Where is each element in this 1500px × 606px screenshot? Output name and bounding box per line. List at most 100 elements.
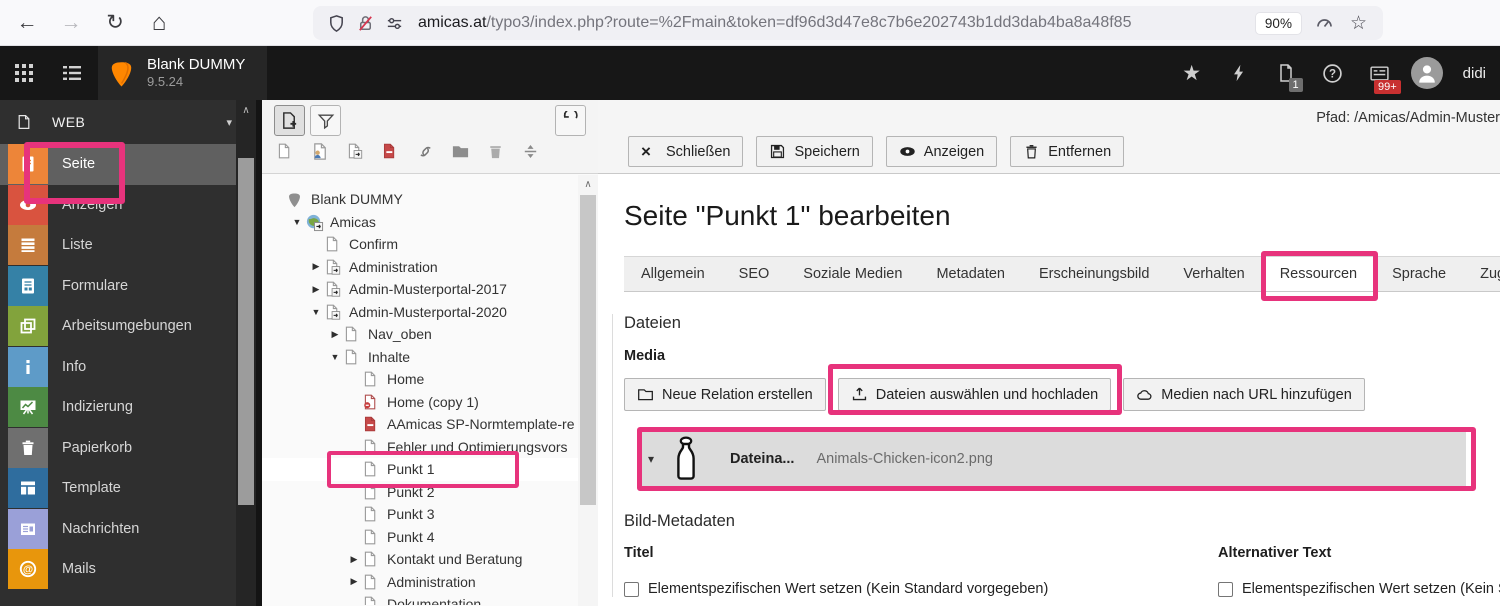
tree-node-dokumentation[interactable]: Dokumentation — [262, 593, 598, 605]
reader-gauge-icon[interactable] — [1311, 10, 1337, 36]
tab-ressourcen[interactable]: Ressourcen — [1261, 257, 1376, 291]
new-shortcut-mini-icon[interactable] — [346, 142, 365, 161]
site-logo-block[interactable]: Blank DUMMY 9.5.24 — [98, 46, 268, 100]
tab-seo[interactable]: SEO — [722, 257, 787, 291]
tree-node-punkt-4[interactable]: Punkt 4 — [262, 526, 598, 549]
reload-icon[interactable]: ↻ — [98, 6, 132, 40]
tree-node-punkt-1[interactable]: Punkt 1 — [262, 458, 598, 481]
sidebar-item-arbeitsumgebungen[interactable]: Arbeitsumgebungen — [0, 306, 256, 347]
sidebar-scroll-up-icon[interactable]: ∧ — [236, 100, 256, 116]
tree-node-confirm[interactable]: Confirm — [262, 233, 598, 256]
tree-node-admin-musterportal-2017[interactable]: ▶ Admin-Musterportal-2017 — [262, 278, 598, 301]
tree-caret-open-icon[interactable]: ▼ — [289, 217, 305, 227]
tree-caret-closed-icon[interactable]: ▶ — [308, 284, 324, 295]
tree-caret-closed-icon[interactable]: ▶ — [308, 261, 324, 272]
tree-node-punkt-2[interactable]: Punkt 2 — [262, 481, 598, 504]
tree-node-label: Punkt 1 — [387, 461, 435, 478]
pagetree-scrollbar-thumb[interactable] — [580, 195, 596, 505]
lock-disabled-icon[interactable] — [352, 10, 378, 36]
cloud-media-button[interactable]: Medien nach URL hinzufügen — [1123, 378, 1365, 411]
close-button[interactable]: × Schließen — [628, 136, 744, 167]
tree-node-aamicas-sp-normtemplate-re[interactable]: AAmicas SP-Normtemplate-re — [262, 413, 598, 436]
new-folder-mini-icon[interactable] — [451, 142, 470, 161]
sidebar-item-template[interactable]: Template — [0, 468, 256, 509]
tree-node-home[interactable]: Home — [262, 368, 598, 391]
sidebar-section-web[interactable]: WEB ▾ — [0, 100, 256, 144]
view-button[interactable]: Anzeigen — [885, 136, 998, 167]
new-recycler-mini-icon[interactable] — [486, 142, 505, 161]
sidebar-item-mails[interactable]: @ Mails — [0, 549, 256, 590]
tree-node-fehler-und-optimierungsvors[interactable]: Fehler und Optimierungsvors — [262, 436, 598, 459]
tab-sprache[interactable]: Sprache — [1375, 257, 1463, 291]
new-page-mini-icon[interactable] — [276, 142, 295, 161]
sidebar-item-info[interactable]: Info — [0, 346, 256, 388]
modules-grid-icon[interactable] — [0, 46, 48, 100]
external-link-mini-icon[interactable] — [416, 142, 435, 161]
refresh-tree-button[interactable] — [555, 105, 586, 136]
tree-node-amicas[interactable]: ▼ Amicas — [262, 211, 598, 234]
sidebar-scrollbar[interactable]: ∧ — [236, 100, 256, 606]
forward-icon[interactable]: → — [54, 6, 88, 40]
new-link-page-mini-icon[interactable] — [381, 142, 400, 161]
tab-soziale-medien[interactable]: Soziale Medien — [786, 257, 919, 291]
opendocs-icon[interactable]: 1 — [1267, 46, 1305, 100]
new-separator-mini-icon[interactable] — [521, 142, 540, 161]
zoom-level-button[interactable]: 90% — [1255, 12, 1301, 34]
element-specific-value-checkbox[interactable] — [624, 581, 639, 597]
new-page-person-mini-icon[interactable] — [311, 142, 330, 161]
tree-node-administration[interactable]: ▶ Administration — [262, 256, 598, 279]
tree-caret-closed-icon[interactable]: ▶ — [327, 329, 343, 340]
system-information-icon[interactable]: 99+ — [1361, 46, 1401, 100]
tree-caret-open-icon[interactable]: ▼ — [327, 352, 343, 362]
sidebar-item-anzeigen[interactable]: Anzeigen — [0, 184, 256, 226]
tree-caret-closed-icon[interactable]: ▶ — [346, 554, 362, 565]
tree-node-blank-dummy[interactable]: Blank DUMMY — [262, 188, 598, 211]
folder-media-button[interactable]: Neue Relation erstellen — [624, 378, 826, 411]
upload-media-button[interactable]: Dateien auswählen und hochladen — [837, 378, 1112, 411]
media-file-row[interactable]: ▾ Dateina... Animals-Chicken-icon2.png — [638, 432, 1466, 486]
filter-button[interactable] — [310, 105, 341, 136]
tree-caret-closed-icon[interactable]: ▶ — [346, 576, 362, 587]
tree-node-home-copy-1-[interactable]: Home (copy 1) — [262, 391, 598, 414]
tree-node-inhalte[interactable]: ▼ Inhalte — [262, 346, 598, 369]
tab-zugriff[interactable]: Zugriff — [1463, 257, 1500, 291]
new-page-button[interactable] — [274, 105, 305, 136]
pagetree-scroll-up-icon[interactable]: ∧ — [578, 175, 598, 190]
sidebar-item-seite[interactable]: Seite — [0, 144, 256, 185]
tab-erscheinungsbild[interactable]: Erscheinungsbild — [1022, 257, 1166, 291]
tab-metadaten[interactable]: Metadaten — [919, 257, 1022, 291]
permissions-icon[interactable] — [381, 10, 407, 36]
save-button[interactable]: Speichern — [756, 136, 873, 167]
tab-allgemein[interactable]: Allgemein — [624, 257, 722, 291]
pagetree-scrollbar[interactable]: ∧ — [578, 175, 598, 606]
bookmarks-icon[interactable]: ★ — [1173, 46, 1211, 100]
sidebar-item-formulare[interactable]: Formulare — [0, 265, 256, 307]
help-icon[interactable]: ? — [1314, 46, 1352, 100]
sidebar-scrollbar-thumb[interactable] — [238, 158, 254, 505]
tree-node-punkt-3[interactable]: Punkt 3 — [262, 503, 598, 526]
sidebar-item-nachrichten[interactable]: Nachrichten — [0, 508, 256, 550]
sidebar-item-papierkorb[interactable]: Papierkorb — [0, 427, 256, 469]
delete-button[interactable]: Entfernen — [1010, 136, 1125, 167]
url-text[interactable]: amicas.at/typo3/index.php?route=%2Fmain&… — [418, 14, 1256, 32]
user-menu[interactable] — [1408, 46, 1446, 100]
element-specific-value-checkbox[interactable] — [1218, 581, 1233, 597]
tab-label: Zugriff — [1480, 266, 1500, 282]
tree-node-administration[interactable]: ▶ Administration — [262, 571, 598, 594]
bookmark-star-icon[interactable]: ☆ — [1350, 12, 1367, 35]
tree-node-nav-oben[interactable]: ▶ Nav_oben — [262, 323, 598, 346]
sidebar-item-indizierung[interactable]: Indizierung — [0, 387, 256, 428]
tree-caret-open-icon[interactable]: ▼ — [308, 307, 324, 317]
clear-cache-bolt-icon[interactable] — [1220, 46, 1258, 100]
tab-verhalten[interactable]: Verhalten — [1166, 257, 1261, 291]
tree-node-kontakt-und-beratung[interactable]: ▶ Kontakt und Beratung — [262, 548, 598, 571]
tree-node-admin-musterportal-2020[interactable]: ▼ Admin-Musterportal-2020 — [262, 301, 598, 324]
shield-icon[interactable] — [323, 10, 349, 36]
pagetree-toggle-icon[interactable] — [48, 46, 96, 100]
home-icon[interactable]: ⌂ — [142, 6, 176, 40]
file-row-expand-caret-icon[interactable]: ▾ — [648, 452, 662, 466]
delete-icon — [1023, 143, 1040, 160]
sidebar-item-liste[interactable]: Liste — [0, 225, 256, 266]
address-bar[interactable]: amicas.at/typo3/index.php?route=%2Fmain&… — [313, 6, 1383, 40]
back-icon[interactable]: ← — [10, 6, 44, 40]
